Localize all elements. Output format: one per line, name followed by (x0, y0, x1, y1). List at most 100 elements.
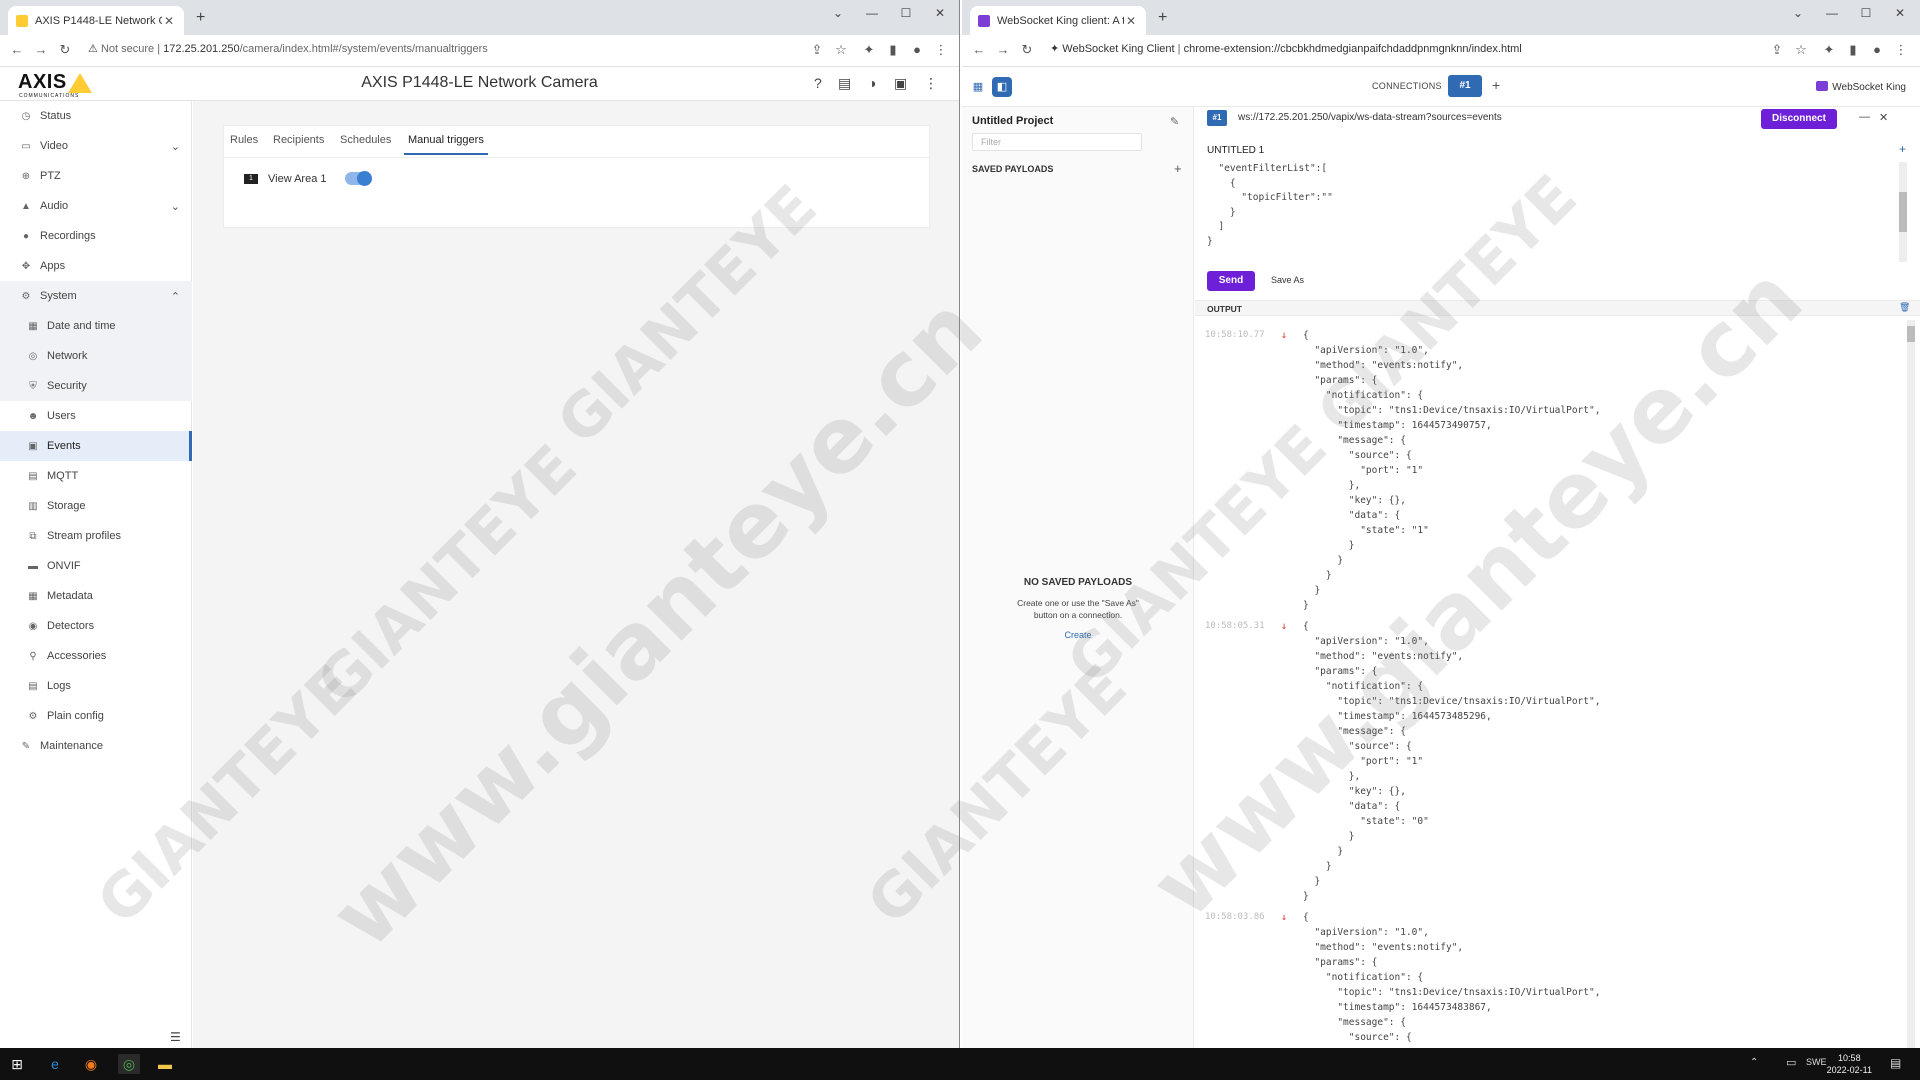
tab-manual-triggers[interactable]: Manual triggers (404, 134, 488, 155)
extensions-icon[interactable]: ✦ (1820, 42, 1838, 58)
language-indicator[interactable]: SWE (1806, 1057, 1827, 1067)
new-tab-icon[interactable]: + (1158, 9, 1167, 27)
sidebar-item-audio[interactable]: ▲ Audio ⌄ (0, 191, 192, 221)
sidepanel-icon[interactable]: ▮ (884, 42, 902, 58)
profile-icon[interactable]: ● (908, 42, 926, 57)
profile-icon[interactable]: ● (1868, 42, 1886, 57)
edge-icon[interactable]: e (44, 1054, 66, 1074)
minimize-icon[interactable]: — (862, 6, 882, 20)
close-connection-icon[interactable]: ✕ (1879, 111, 1888, 124)
disconnect-button[interactable]: Disconnect (1761, 109, 1837, 129)
scrollbar-thumb[interactable] (1899, 192, 1907, 232)
edit-icon[interactable]: ✎ (1170, 115, 1179, 128)
new-tab-icon[interactable]: + (196, 9, 205, 27)
sidebar-item-date-and-time[interactable]: ▦ Date and time (0, 311, 192, 341)
sidepanel-icon[interactable]: ▮ (1844, 42, 1862, 58)
minimize-icon[interactable]: — (1822, 6, 1842, 20)
sidebar-item-storage[interactable]: ▥ Storage (0, 491, 192, 521)
sidebar-item-users[interactable]: ☻ Users (0, 401, 192, 431)
output-scrollbar[interactable] (1907, 320, 1915, 1048)
sidebar-item-events[interactable]: ▣ Events (0, 431, 192, 461)
sidebar-item-detectors[interactable]: ◉ Detectors (0, 611, 192, 641)
tab-schedules[interactable]: Schedules (340, 134, 391, 146)
send-button[interactable]: Send (1207, 271, 1255, 291)
add-editor-icon[interactable]: + (1899, 142, 1906, 156)
sidebar-item-recordings[interactable]: ● Recordings (0, 221, 192, 251)
grid-icon[interactable]: ▦ (968, 77, 988, 97)
sidebar-item-ptz[interactable]: ⊕ PTZ (0, 161, 192, 191)
firefox-icon[interactable]: ◉ (80, 1054, 102, 1074)
address-bar[interactable]: ✦ WebSocket King Client | chrome-extensi… (1050, 42, 1522, 55)
sidebar-item-network[interactable]: ◎ Network (0, 341, 192, 371)
sidebar-item-mqtt[interactable]: ▤ MQTT (0, 461, 192, 491)
maximize-icon[interactable]: ☐ (896, 6, 916, 20)
star-icon[interactable]: ☆ (832, 42, 850, 58)
trash-icon[interactable]: 🗑 (1899, 302, 1910, 313)
axis-main: Rules Recipients Schedules Manual trigge… (193, 101, 959, 1048)
back-icon[interactable]: ← (970, 42, 988, 57)
sidebar-item-accessories[interactable]: ⚲ Accessories (0, 641, 192, 671)
notification-icon[interactable]: ▤ (1890, 1056, 1901, 1070)
close-icon[interactable]: ✕ (1124, 14, 1138, 28)
network-tray-icon[interactable]: ▭ (1786, 1056, 1796, 1069)
close-icon[interactable]: ✕ (162, 14, 176, 28)
sidebar-item-system[interactable]: ⚙ System ⌃ (0, 281, 192, 311)
menu-icon[interactable]: ⋮ (932, 42, 950, 58)
sidebar-item-onvif[interactable]: ▬ ONVIF (0, 551, 192, 581)
collapse-sidebar-icon[interactable]: ☰ (170, 1030, 181, 1044)
create-link[interactable]: Create (962, 630, 1194, 640)
address-bar[interactable]: ⚠ Not secure | 172.25.201.250/camera/ind… (88, 42, 488, 55)
connection-tab-1[interactable]: #1 (1448, 75, 1482, 97)
sidebar-item-apps[interactable]: ✥ Apps (0, 251, 192, 281)
maximize-icon[interactable]: ☐ (1856, 6, 1876, 20)
minimize-connection-icon[interactable]: — (1859, 111, 1870, 123)
tab-rules[interactable]: Rules (230, 134, 258, 146)
save-as-button[interactable]: Save As (1271, 275, 1304, 285)
panel-icon[interactable]: ◧ (992, 77, 1012, 97)
ws-url-input[interactable]: ws://172.25.201.250/vapix/ws-data-stream… (1238, 112, 1502, 123)
sidebar-item-metadata[interactable]: ▦ Metadata (0, 581, 192, 611)
help-icon[interactable]: ? (814, 75, 822, 91)
chevron-down-icon[interactable]: ⌄ (828, 6, 848, 20)
scrollbar-thumb[interactable] (1907, 326, 1915, 342)
windows-start-icon[interactable]: ⊞ (6, 1054, 28, 1074)
more-options-icon[interactable]: ⋮ (924, 75, 938, 92)
trigger-toggle[interactable] (344, 171, 372, 186)
back-icon[interactable]: ← (8, 42, 26, 57)
chrome-icon[interactable]: ◎ (118, 1054, 140, 1074)
forward-icon[interactable]: → (32, 42, 50, 57)
sidebar-item-video[interactable]: ▭ Video ⌄ (0, 131, 192, 161)
sidebar-item-security[interactable]: ⛨ Security (0, 371, 192, 401)
reload-icon[interactable]: ↻ (56, 42, 74, 58)
sidebar-item-stream-profiles[interactable]: ⧉ Stream profiles (0, 521, 192, 551)
add-payload-icon[interactable]: + (1174, 161, 1182, 176)
forward-icon[interactable]: → (994, 42, 1012, 57)
extensions-icon[interactable]: ✦ (860, 42, 878, 58)
add-connection-icon[interactable]: + (1492, 77, 1500, 93)
feedback-icon[interactable]: ▤ (838, 75, 851, 92)
close-window-icon[interactable]: ✕ (930, 6, 950, 20)
filter-input[interactable]: Filter (972, 133, 1142, 151)
contrast-icon[interactable]: ◑ (868, 75, 876, 91)
tab-recipients[interactable]: Recipients (273, 134, 324, 146)
sidebar-item-plain-config[interactable]: ⚙ Plain config (0, 701, 192, 731)
payload-editor[interactable]: "eventFilterList":[ { "topicFilter":"" }… (1207, 162, 1757, 262)
wsking-logo-icon (1816, 81, 1829, 91)
share-icon[interactable]: ⇪ (1768, 42, 1786, 58)
star-icon[interactable]: ☆ (1792, 42, 1810, 58)
tray-chevron-icon[interactable]: ⌃ (1750, 1057, 1758, 1068)
share-icon[interactable]: ⇪ (808, 42, 826, 58)
clock[interactable]: 10:58 2022-02-11 (1827, 1052, 1872, 1076)
file-explorer-icon[interactable]: ▬ (154, 1054, 176, 1074)
close-window-icon[interactable]: ✕ (1890, 6, 1910, 20)
sidebar-item-status[interactable]: ◷ Status (0, 101, 192, 131)
account-icon[interactable]: ▣ (894, 75, 907, 92)
editor-scrollbar[interactable] (1899, 162, 1907, 262)
browser-tab-wsking[interactable]: WebSocket King client: A testing ✕ (970, 6, 1146, 35)
browser-tab-axis[interactable]: AXIS P1448-LE Network Camera ✕ (8, 6, 184, 35)
sidebar-item-logs[interactable]: ▤ Logs (0, 671, 192, 701)
menu-icon[interactable]: ⋮ (1892, 42, 1910, 58)
sidebar-item-maintenance[interactable]: ✎ Maintenance (0, 731, 192, 761)
chevron-down-icon[interactable]: ⌄ (1788, 6, 1808, 20)
reload-icon[interactable]: ↻ (1018, 42, 1036, 58)
